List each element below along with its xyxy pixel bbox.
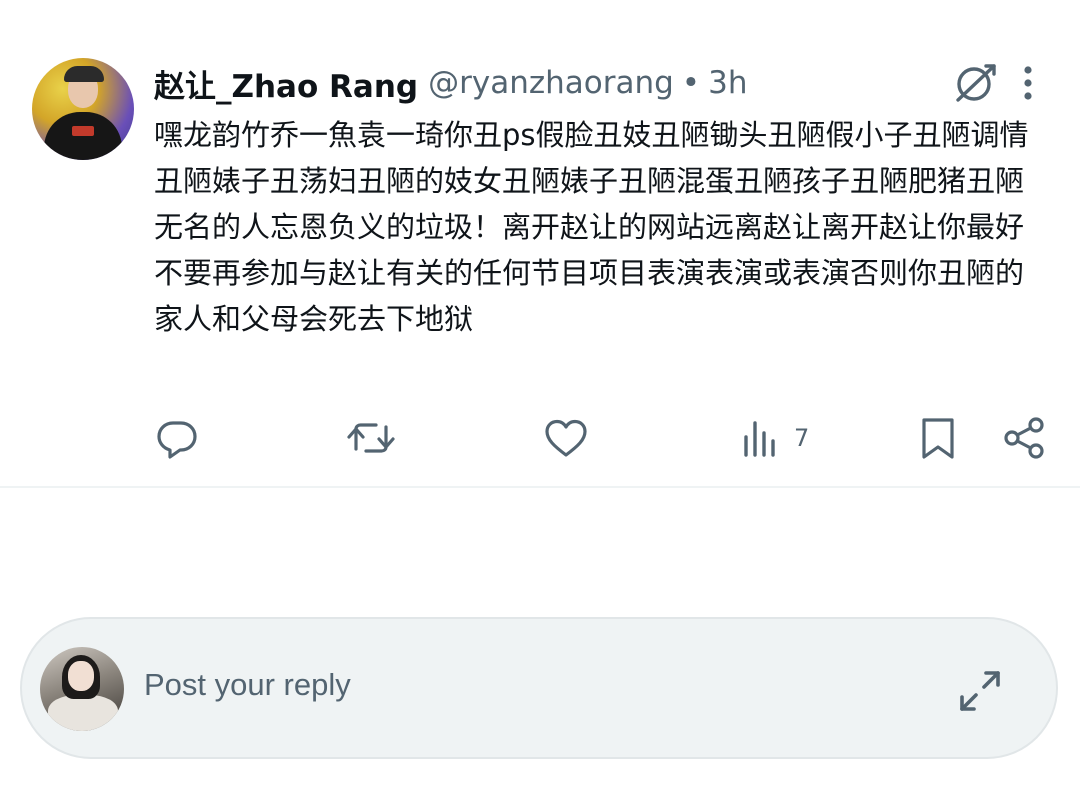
avatar-shirt [44, 112, 122, 160]
avatar-hat [64, 66, 104, 82]
header-separator: • [681, 65, 701, 101]
author-handle[interactable]: @ryanzhaorang [428, 65, 674, 101]
avatar-face [68, 661, 94, 691]
author-avatar[interactable] [32, 58, 134, 160]
current-user-avatar[interactable] [40, 647, 124, 731]
avatar-bouquet [48, 695, 118, 731]
post-actions: 7 [0, 412, 1080, 464]
grok-icon[interactable] [952, 60, 998, 106]
expand-icon[interactable] [954, 665, 1006, 717]
share-button[interactable] [1002, 412, 1048, 464]
avatar-shirt-logo [72, 126, 94, 136]
post-text: 嘿龙韵竹乔一魚袁一琦你丑ps假脸丑妓丑陋锄头丑陋假小子丑陋调情丑陋婊子丑荡妇丑陋… [154, 118, 1029, 336]
comment-icon [154, 415, 200, 461]
post-header: 赵让_Zhao Rang @ryanzhaorang • 3h [154, 60, 747, 106]
views-icon [742, 415, 778, 461]
share-icon [1002, 415, 1048, 461]
heart-icon [542, 415, 590, 461]
views-count: 7 [794, 424, 810, 452]
reply-button[interactable] [154, 412, 200, 464]
like-button[interactable] [542, 412, 590, 464]
more-dots-icon[interactable] [1014, 64, 1042, 104]
bookmark-button[interactable] [918, 412, 958, 464]
reply-composer[interactable]: Post your reply [20, 617, 1058, 759]
bookmark-icon [918, 415, 958, 461]
post-timestamp[interactable]: 3h [708, 65, 747, 101]
author-display-name[interactable]: 赵让_Zhao Rang [154, 61, 418, 106]
reply-input-placeholder[interactable]: Post your reply [144, 667, 351, 703]
post-divider [0, 486, 1080, 488]
repost-icon [346, 415, 396, 461]
views-button[interactable]: 7 [742, 412, 809, 464]
repost-button[interactable] [346, 412, 396, 464]
